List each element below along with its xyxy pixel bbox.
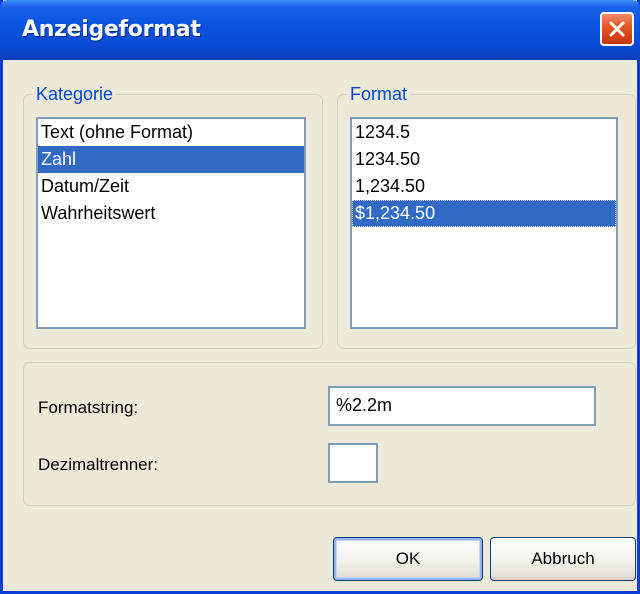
kategorie-item-datum[interactable]: Datum/Zeit [38, 173, 304, 200]
format-listbox[interactable]: 1234.5 1234.50 1,234.50 $1,234.50 [350, 117, 618, 329]
dialog-window: Anzeigeformat Kategorie Text (ohne Forma… [0, 0, 640, 594]
format-item-2[interactable]: 1234.50 [352, 146, 616, 173]
kategorie-listbox[interactable]: Text (ohne Format) Zahl Datum/Zeit Wahrh… [36, 117, 306, 329]
format-item-1[interactable]: 1234.5 [352, 119, 616, 146]
window-title: Anzeigeformat [22, 17, 201, 42]
formatstring-label: Formatstring: [38, 398, 139, 417]
ok-button[interactable]: OK [333, 537, 483, 581]
format-item-4[interactable]: $1,234.50 [352, 200, 616, 227]
cancel-button[interactable]: Abbruch [490, 537, 636, 581]
format-legend: Format [347, 84, 411, 105]
close-icon [609, 21, 625, 37]
kategorie-item-text[interactable]: Text (ohne Format) [38, 119, 304, 146]
kategorie-item-zahl[interactable]: Zahl [38, 146, 304, 173]
options-group [23, 362, 636, 506]
kategorie-item-wahrheitswert[interactable]: Wahrheitswert [38, 200, 304, 227]
format-item-3[interactable]: 1,234.50 [352, 173, 616, 200]
close-button[interactable] [600, 12, 634, 46]
title-bar[interactable]: Anzeigeformat [0, 0, 640, 60]
dezimaltrenner-input[interactable] [328, 443, 378, 483]
dezimaltrenner-label: Dezimaltrenner: [38, 455, 158, 474]
kategorie-legend: Kategorie [33, 84, 117, 105]
formatstring-input[interactable]: %2.2m [328, 386, 596, 426]
